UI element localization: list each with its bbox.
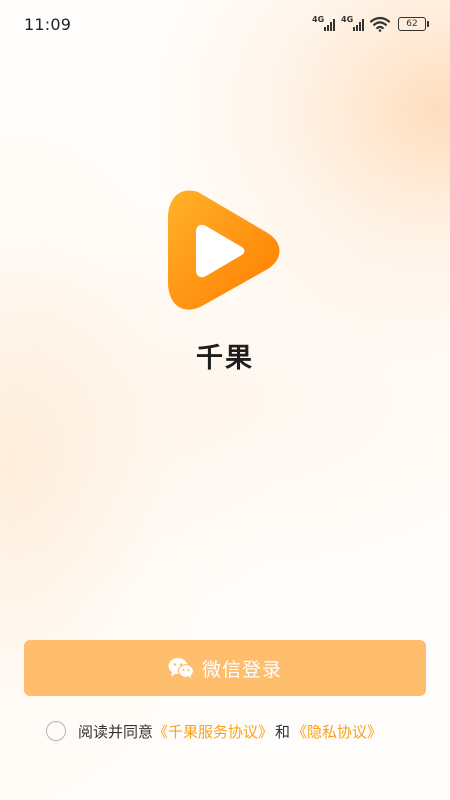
terms-of-service-link[interactable]: 《千果服务协议》 — [153, 721, 273, 742]
agreement-conjunction: 和 — [275, 722, 291, 741]
network-type-label: 4G — [341, 15, 354, 24]
battery-level: 62 — [406, 19, 418, 29]
agreement-checkbox[interactable] — [46, 721, 66, 741]
play-icon — [168, 190, 280, 310]
app-name: 千果 — [196, 343, 254, 374]
wifi-icon — [370, 16, 390, 32]
status-icons: 4G 4G 62 — [312, 15, 429, 32]
agreement-row: 阅读并同意 《千果服务协议》 和 《隐私协议》 — [46, 718, 382, 744]
privacy-policy-link[interactable]: 《隐私协议》 — [292, 721, 382, 742]
signal-icon: 4G — [341, 15, 364, 31]
wechat-login-label: 微信登录 — [201, 659, 282, 681]
agreement-prefix: 阅读并同意 — [78, 722, 154, 741]
signal-icon: 4G — [312, 15, 335, 31]
wechat-icon — [168, 658, 194, 679]
battery-icon: 62 — [398, 17, 429, 31]
status-bar: 11:09 4G 4G 62 — [0, 0, 450, 48]
network-type-label: 4G — [312, 15, 325, 24]
wechat-login-button[interactable]: 微信登录 — [24, 640, 426, 696]
clock: 11:09 — [24, 14, 72, 34]
